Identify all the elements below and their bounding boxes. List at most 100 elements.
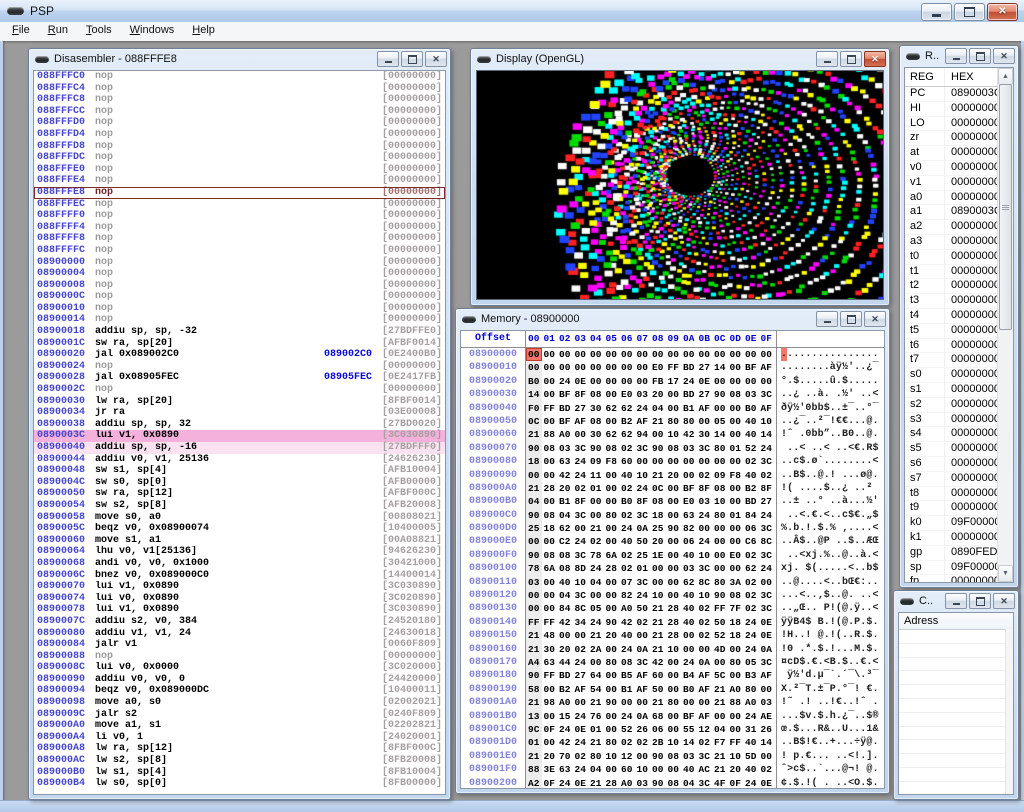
byte-cell[interactable]: F7 [712, 736, 728, 749]
byte-cell[interactable]: 28 [604, 562, 620, 575]
register-row[interactable]: a300000000 [905, 235, 997, 250]
byte-cell[interactable]: 63 [557, 455, 573, 468]
byte-cell[interactable]: 00 [635, 696, 651, 709]
byte-cell[interactable]: 00 [604, 361, 620, 374]
byte-cell[interactable]: 08 [666, 442, 682, 455]
byte-cell[interactable]: 0E [573, 777, 589, 790]
byte-cell[interactable]: 00 [573, 361, 589, 374]
byte-cell[interactable]: 09 [712, 469, 728, 482]
byte-cell[interactable]: 00 [650, 576, 666, 589]
byte-cell[interactable]: AF [635, 415, 651, 428]
memory-row-address[interactable]: 089000F0 [461, 549, 525, 562]
byte-cell[interactable]: 21 [650, 602, 666, 615]
byte-cell[interactable]: A0 [557, 428, 573, 441]
byte-cell[interactable]: 00 [681, 469, 697, 482]
byte-cell[interactable]: 00 [604, 469, 620, 482]
byte-cell[interactable]: 10 [666, 736, 682, 749]
byte-cell[interactable]: 94 [635, 428, 651, 441]
byte-cell[interactable]: 2B [650, 736, 666, 749]
byte-cell[interactable]: 55 [681, 723, 697, 736]
byte-cell[interactable]: A0 [557, 696, 573, 709]
byte-cell[interactable]: 00 [588, 375, 604, 388]
byte-cell[interactable]: 00 [728, 375, 744, 388]
byte-cell[interactable]: 20 [542, 750, 558, 763]
ascii-char[interactable] [872, 482, 878, 495]
byte-cell[interactable]: 40 [619, 469, 635, 482]
byte-cell[interactable]: 17 [666, 375, 682, 388]
byte-cell[interactable]: 21 [650, 415, 666, 428]
byte-cell[interactable]: 62 [604, 402, 620, 415]
byte-cell[interactable]: 03 [635, 777, 651, 790]
byte-cell[interactable]: 06 [681, 535, 697, 548]
byte-cell[interactable]: B5 [619, 669, 635, 682]
byte-cell[interactable]: 00 [666, 589, 682, 602]
byte-cell[interactable]: AC [697, 763, 713, 776]
byte-cell[interactable]: 00 [542, 469, 558, 482]
byte-cell[interactable]: 14 [526, 388, 542, 401]
byte-cell[interactable]: 00 [588, 495, 604, 508]
byte-cell[interactable]: 10 [759, 415, 775, 428]
register-row[interactable]: s100000000 [905, 383, 997, 398]
byte-cell[interactable]: 00 [728, 723, 744, 736]
byte-cell[interactable]: 02 [759, 763, 775, 776]
byte-cell[interactable]: 3C [759, 388, 775, 401]
byte-cell[interactable]: FF [542, 402, 558, 415]
byte-cell[interactable]: 02 [743, 589, 759, 602]
disasm-row[interactable]: 08900040addiu sp, sp, -16[27BDFFF0] [34, 442, 445, 454]
byte-cell[interactable]: 24 [573, 656, 589, 669]
byte-cell[interactable]: 00 [542, 736, 558, 749]
byte-cell[interactable]: 64 [588, 669, 604, 682]
byte-cell[interactable]: 00 [542, 710, 558, 723]
byte-cell[interactable]: 62 [619, 402, 635, 415]
byte-cell[interactable]: 10 [650, 589, 666, 602]
byte-cell[interactable]: 00 [728, 495, 744, 508]
ascii-char[interactable]: $ [872, 442, 878, 455]
register-row[interactable]: s500000000 [905, 442, 997, 457]
byte-cell[interactable]: 03 [635, 388, 651, 401]
disasm-row[interactable]: 08900020jal 0x089002C0089002C0 [0E2400B0… [34, 349, 445, 361]
byte-cell[interactable]: 21 [650, 643, 666, 656]
byte-cell[interactable]: 00 [542, 589, 558, 602]
byte-cell[interactable]: 10 [635, 469, 651, 482]
disasm-row[interactable]: 089000A8lw ra, sp[12][8FBF000C] [34, 743, 445, 755]
byte-cell[interactable]: AF [759, 402, 775, 415]
memory-row-address[interactable]: 08900150 [461, 629, 525, 642]
byte-cell[interactable]: 21 [526, 428, 542, 441]
byte-cell[interactable]: B0 [619, 495, 635, 508]
byte-cell[interactable]: 62 [681, 576, 697, 589]
byte-cell[interactable]: 34 [573, 616, 589, 629]
byte-cell[interactable]: 3C [635, 576, 651, 589]
byte-cell[interactable]: 90 [526, 509, 542, 522]
byte-cell[interactable]: 0E [759, 616, 775, 629]
byte-cell[interactable]: 90 [526, 669, 542, 682]
register-row[interactable]: t600000000 [905, 339, 997, 354]
byte-cell[interactable]: 00 [542, 415, 558, 428]
byte-cell[interactable]: 09 [588, 455, 604, 468]
disasm-row[interactable]: 089000B0lw s1, sp[4][8FB10004] [34, 767, 445, 779]
byte-cell[interactable]: 12 [697, 723, 713, 736]
disasm-row[interactable]: 08900010nop[00000000] [34, 303, 445, 315]
byte-cell[interactable]: 24 [759, 562, 775, 575]
byte-cell[interactable]: 28 [666, 629, 682, 642]
byte-cell[interactable]: 98 [542, 696, 558, 709]
byte-cell[interactable]: BD [681, 388, 697, 401]
byte-cell[interactable]: 02 [635, 616, 651, 629]
register-row[interactable]: v100000000 [905, 176, 997, 191]
byte-cell[interactable]: 5C [712, 669, 728, 682]
memory-row-address[interactable]: 08900050 [461, 415, 525, 428]
byte-cell[interactable]: 08 [650, 495, 666, 508]
byte-cell[interactable]: 0A [635, 643, 651, 656]
byte-cell[interactable]: 62 [619, 428, 635, 441]
byte-cell[interactable]: FB [650, 375, 666, 388]
ascii-char[interactable]: . [872, 428, 878, 441]
byte-cell[interactable]: 00 [666, 455, 682, 468]
ascii-char[interactable]: . [872, 643, 878, 656]
byte-cell[interactable]: 3C [573, 589, 589, 602]
byte-cell[interactable]: 63 [542, 656, 558, 669]
byte-cell[interactable]: 07 [619, 576, 635, 589]
byte-cell[interactable]: 00 [712, 402, 728, 415]
byte-cell[interactable]: 40 [743, 415, 759, 428]
byte-cell[interactable]: 01 [588, 723, 604, 736]
byte-cell[interactable]: 90 [526, 442, 542, 455]
byte-cell[interactable]: 0F [542, 723, 558, 736]
